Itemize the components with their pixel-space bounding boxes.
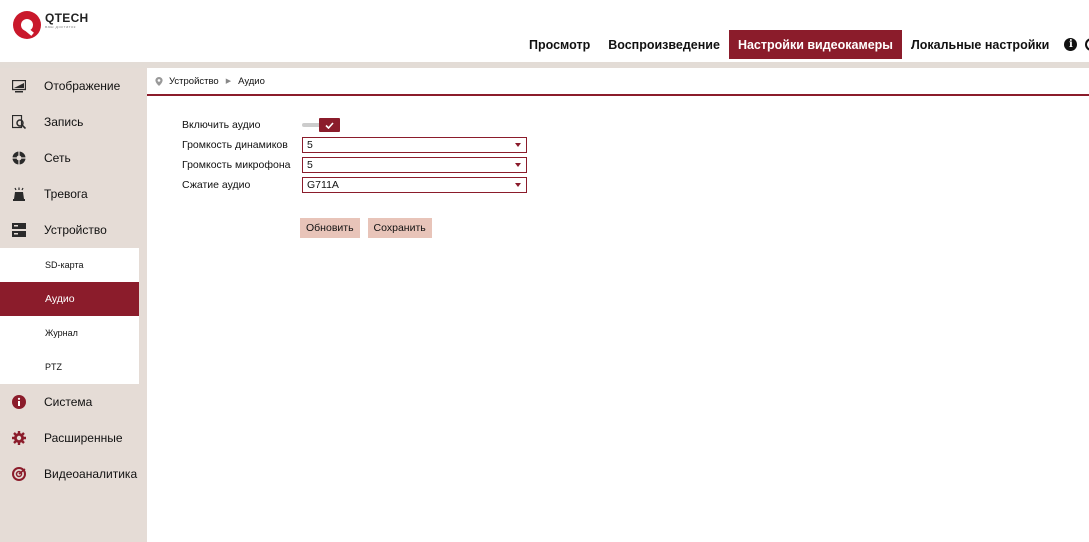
sidebar-subitem-audio[interactable]: Аудио — [0, 282, 139, 316]
network-icon — [12, 151, 26, 165]
monitor-icon — [12, 79, 26, 93]
audio-settings-form: Включить аудио Громкость динамиков 5 Гро… — [182, 116, 527, 196]
nav-camera-settings[interactable]: Настройки видеокамеры — [728, 30, 902, 59]
analytics-icon — [12, 467, 26, 481]
logout-icon[interactable] — [1085, 38, 1089, 51]
sidebar-subitem-sd-card[interactable]: SD-карта — [0, 248, 139, 282]
speaker-volume-value: 5 — [307, 139, 313, 151]
speaker-volume-row: Громкость динамиков 5 — [182, 136, 527, 154]
sidebar-item-network[interactable]: Сеть — [0, 140, 147, 176]
logo: QTECH ваш достаток — [12, 10, 89, 40]
refresh-button[interactable]: Обновить — [300, 218, 360, 238]
mic-volume-label: Громкость микрофона — [182, 159, 291, 171]
alarm-icon — [12, 187, 26, 201]
audio-compression-value: G711A — [307, 179, 339, 191]
sidebar-subitem-log[interactable]: Журнал — [0, 316, 139, 350]
nav-live-view[interactable]: Просмотр — [520, 30, 599, 59]
nav-local-settings[interactable]: Локальные настройки — [902, 30, 1058, 59]
sidebar-item-display[interactable]: Отображение — [0, 68, 147, 104]
sidebar-item-label: Устройство — [44, 223, 107, 237]
dropdown-arrow-icon — [515, 183, 521, 187]
checkmark-icon — [325, 121, 334, 129]
sidebar-item-advanced[interactable]: Расширенные — [0, 420, 147, 456]
header: QTECH ваш достаток Просмотр Воспроизведе… — [0, 0, 1089, 62]
record-icon — [12, 115, 26, 129]
enable-audio-toggle[interactable] — [302, 118, 340, 132]
audio-compression-row: Сжатие аудио G711A — [182, 176, 527, 194]
dropdown-arrow-icon — [515, 143, 521, 147]
sidebar-item-label: Отображение — [44, 79, 121, 93]
form-buttons: Обновить Сохранить — [300, 218, 432, 238]
breadcrumb-current: Аудио — [238, 75, 265, 87]
sidebar-item-label: Система — [44, 395, 93, 409]
sidebar-item-device[interactable]: Устройство — [0, 212, 147, 248]
audio-compression-select[interactable]: G711A — [302, 177, 527, 193]
audio-compression-label: Сжатие аудио — [182, 179, 251, 191]
chevron-right-icon: ▶ — [225, 78, 232, 85]
mic-volume-row: Громкость микрофона 5 — [182, 156, 527, 174]
sidebar-item-analytics[interactable]: Видеоаналитика — [0, 456, 147, 492]
sidebar-item-system[interactable]: Система — [0, 384, 147, 420]
sidebar-item-label: Видеоаналитика — [44, 467, 138, 481]
dropdown-arrow-icon — [515, 163, 521, 167]
enable-audio-label: Включить аудио — [182, 119, 261, 131]
sidebar-item-label: Запись — [44, 115, 84, 129]
sidebar-item-alarm[interactable]: Тревога — [0, 176, 147, 212]
save-button[interactable]: Сохранить — [367, 218, 432, 238]
device-submenu: SD-карта Аудио Журнал PTZ — [0, 248, 139, 384]
brand-name: QTECH — [45, 11, 89, 25]
qtech-logo-icon — [13, 11, 41, 39]
speaker-volume-label: Громкость динамиков — [182, 139, 288, 151]
mic-volume-select[interactable]: 5 — [302, 157, 527, 173]
sidebar-item-label: Расширенные — [44, 431, 123, 445]
sidebar-item-record[interactable]: Запись — [0, 104, 147, 140]
gear-icon — [12, 431, 26, 445]
mic-volume-value: 5 — [307, 159, 313, 171]
info-icon[interactable]: i — [1064, 38, 1078, 51]
nav-playback[interactable]: Воспроизведение — [599, 30, 729, 59]
sidebar-subitem-ptz[interactable]: PTZ — [0, 350, 139, 384]
enable-audio-row: Включить аудио — [182, 116, 527, 134]
sidebar-item-label: Сеть — [44, 151, 71, 165]
top-navigation: Просмотр Воспроизведение Настройки видео… — [520, 30, 1089, 59]
sidebar: Отображение Запись Сеть Тревога Устройст… — [0, 68, 147, 542]
breadcrumb-parent[interactable]: Устройство — [169, 76, 219, 87]
device-icon — [12, 223, 26, 237]
speaker-volume-select[interactable]: 5 — [302, 137, 527, 153]
breadcrumb: Устройство ▶ Аудио — [147, 68, 1089, 96]
sidebar-item-label: Тревога — [44, 187, 88, 201]
location-pin-icon — [155, 76, 163, 86]
info-circle-icon — [12, 395, 26, 409]
